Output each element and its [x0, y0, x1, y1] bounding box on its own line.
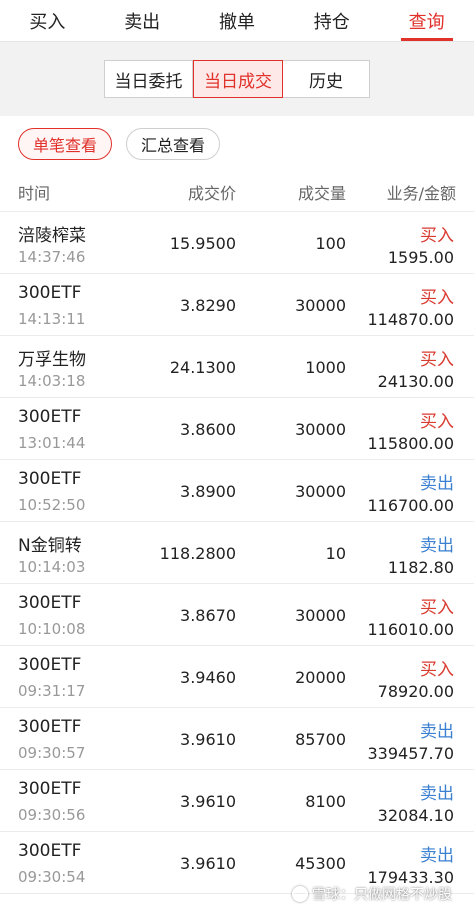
table-row[interactable]: 300ETF 10:10:08 3.8670 30000 买入 116010.00	[0, 584, 474, 646]
trade-quantity: 30000	[295, 482, 346, 501]
trade-amount: 339457.70	[367, 744, 454, 763]
trade-quantity: 85700	[295, 730, 346, 749]
trade-amount: 116700.00	[367, 496, 454, 515]
trade-quantity: 45300	[295, 854, 346, 873]
trade-price: 3.9610	[180, 792, 236, 811]
top-tab-bar: 买入 卖出 撤单 持仓 查询	[0, 0, 474, 42]
stock-name: 300ETF	[18, 593, 82, 613]
segment-today-orders[interactable]: 当日委托	[105, 61, 193, 97]
trade-quantity: 100	[315, 234, 346, 253]
trade-side: 卖出	[420, 474, 454, 494]
trade-list: 涪陵榨菜 14:37:46 15.9500 100 买入 1595.00 300ETF 14:…	[0, 212, 474, 894]
stock-name: 300ETF	[18, 469, 82, 489]
tab-positions[interactable]: 持仓	[284, 0, 379, 41]
stock-name: N金铜转	[18, 536, 82, 556]
query-type-bar: 当日委托 当日成交 历史	[0, 42, 474, 116]
trade-quantity: 30000	[295, 606, 346, 625]
trade-side: 买入	[420, 660, 454, 680]
tab-query[interactable]: 查询	[379, 0, 474, 41]
header-time: 时间	[18, 183, 51, 203]
table-row[interactable]: 300ETF 09:31:17 3.9460 20000 买入 78920.00	[0, 646, 474, 708]
trade-price: 3.9610	[180, 730, 236, 749]
trade-price: 15.9500	[169, 234, 236, 253]
trade-quantity: 10	[325, 544, 346, 563]
tab-sell[interactable]: 卖出	[95, 0, 190, 41]
trade-price: 3.8900	[180, 482, 236, 501]
trade-quantity: 30000	[295, 420, 346, 439]
trade-quantity: 30000	[295, 296, 346, 315]
trade-price: 3.8670	[180, 606, 236, 625]
query-segmented-control: 当日委托 当日成交 历史	[104, 60, 370, 98]
trade-price: 3.9610	[180, 854, 236, 873]
stock-name: 300ETF	[18, 841, 82, 861]
trade-price: 3.9460	[180, 668, 236, 687]
trade-amount: 24130.00	[377, 372, 454, 391]
table-row[interactable]: 300ETF 14:13:11 3.8290 30000 买入 114870.00	[0, 274, 474, 336]
segment-today-trades[interactable]: 当日成交	[193, 60, 283, 98]
trade-quantity: 20000	[295, 668, 346, 687]
header-quantity: 成交量	[297, 183, 346, 203]
table-row[interactable]: 300ETF 10:52:50 3.8900 30000 卖出 116700.00	[0, 460, 474, 522]
trade-side: 卖出	[420, 784, 454, 804]
trade-amount: 116010.00	[367, 620, 454, 639]
trade-side: 卖出	[420, 846, 454, 866]
stock-name: 300ETF	[18, 779, 82, 799]
trade-time: 10:10:08	[18, 620, 86, 638]
table-row[interactable]: 300ETF 13:01:44 3.8600 30000 买入 115800.00	[0, 398, 474, 460]
stock-name: 300ETF	[18, 717, 82, 737]
trade-time: 14:37:46	[18, 248, 86, 266]
trade-amount: 1182.80	[387, 558, 454, 577]
trade-side: 买入	[420, 350, 454, 370]
trade-time: 09:30:57	[18, 744, 86, 762]
trade-time: 13:01:44	[18, 434, 86, 452]
table-row[interactable]: 300ETF 09:30:56 3.9610 8100 卖出 32084.10	[0, 770, 474, 832]
stock-name: 300ETF	[18, 655, 82, 675]
trade-side: 卖出	[420, 536, 454, 556]
chip-single-view[interactable]: 单笔查看	[18, 128, 113, 160]
tab-buy[interactable]: 买入	[0, 0, 95, 41]
trade-time: 10:14:03	[18, 558, 86, 576]
trade-side: 买入	[420, 412, 454, 432]
trade-amount: 32084.10	[377, 806, 454, 825]
trade-amount: 115800.00	[367, 434, 454, 453]
trade-side: 买入	[420, 288, 454, 308]
trade-time: 10:52:50	[18, 496, 86, 514]
view-mode-chips: 单笔查看 汇总查看	[0, 116, 474, 172]
trade-side: 买入	[420, 226, 454, 246]
snowball-logo-icon	[292, 886, 308, 902]
trade-side: 卖出	[420, 722, 454, 742]
trade-time: 09:31:17	[18, 682, 86, 700]
stock-name: 万孚生物	[18, 350, 86, 370]
trade-amount: 1595.00	[387, 248, 454, 267]
trade-time: 09:30:56	[18, 806, 86, 824]
trade-price: 24.1300	[169, 358, 236, 377]
table-row[interactable]: 300ETF 09:30:57 3.9610 85700 卖出 339457.70	[0, 708, 474, 770]
stock-name: 涪陵榨菜	[18, 226, 86, 246]
trade-side: 买入	[420, 598, 454, 618]
trade-time: 09:30:54	[18, 868, 86, 886]
watermark-text: 雪球：只做网格不炒股	[312, 887, 452, 903]
trade-time: 14:03:18	[18, 372, 86, 390]
table-header: 时间 成交价 成交量 业务/金额	[0, 172, 474, 212]
trade-amount: 114870.00	[367, 310, 454, 329]
trade-quantity: 1000	[305, 358, 346, 377]
watermark: 雪球：只做网格不炒股	[292, 884, 452, 904]
trade-time: 14:13:11	[18, 310, 86, 328]
header-price: 成交价	[187, 183, 236, 203]
trade-price: 3.8290	[180, 296, 236, 315]
header-amount: 业务/金额	[386, 183, 456, 203]
table-row[interactable]: 万孚生物 14:03:18 24.1300 1000 买入 24130.00	[0, 336, 474, 398]
table-row[interactable]: N金铜转 10:14:03 118.2800 10 卖出 1182.80	[0, 522, 474, 584]
trade-price: 118.2800	[159, 544, 236, 563]
table-row[interactable]: 涪陵榨菜 14:37:46 15.9500 100 买入 1595.00	[0, 212, 474, 274]
stock-name: 300ETF	[18, 283, 82, 303]
tab-cancel-order[interactable]: 撤单	[190, 0, 285, 41]
stock-name: 300ETF	[18, 407, 82, 427]
segment-history[interactable]: 历史	[283, 61, 369, 97]
trade-amount: 78920.00	[377, 682, 454, 701]
trade-quantity: 8100	[305, 792, 346, 811]
trade-price: 3.8600	[180, 420, 236, 439]
chip-summary-view[interactable]: 汇总查看	[126, 128, 221, 160]
